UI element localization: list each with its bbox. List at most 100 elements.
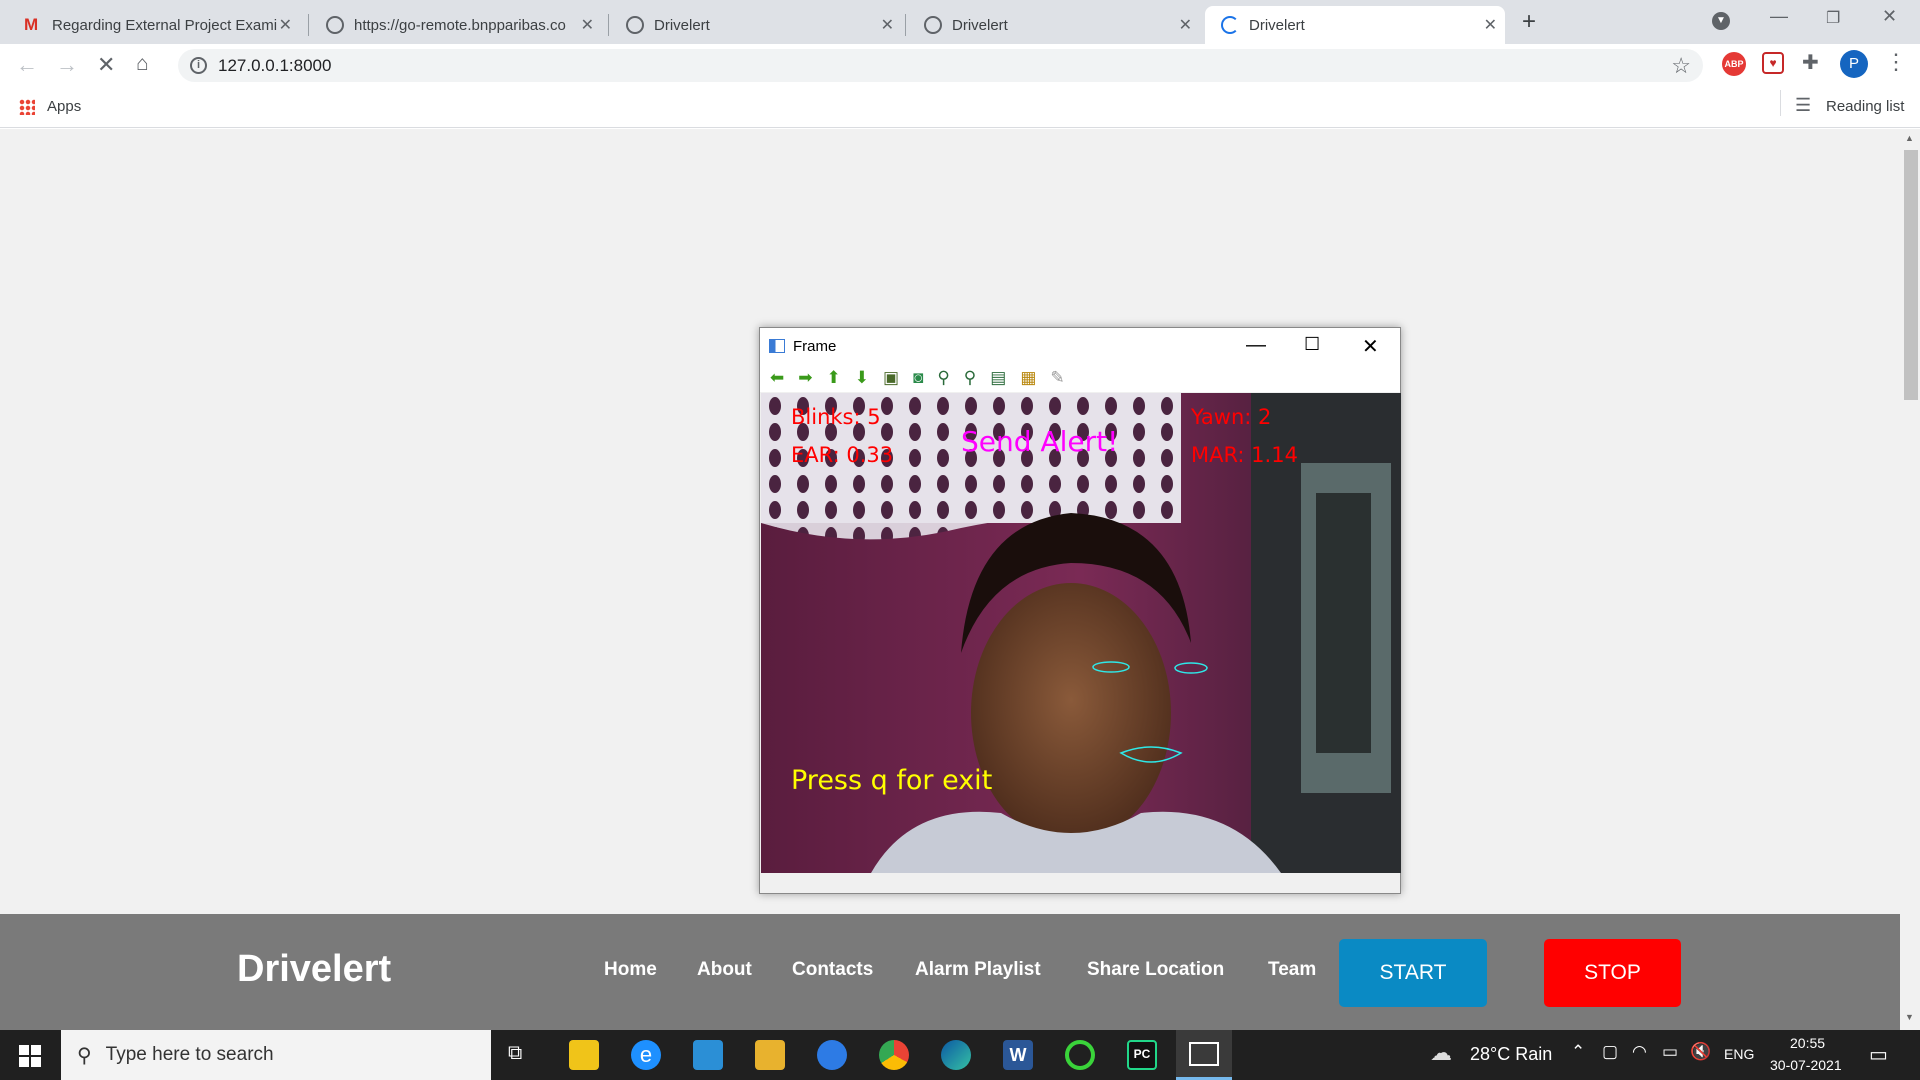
tab-search-icon[interactable]: ▼ [1712,12,1730,30]
zoom-out-icon[interactable]: ⚲ [964,368,976,388]
frame-toolbar: ⬅ ➡ ⬆ ⬇ ▣ ◙ ⚲ ⚲ ▤ ▦ ✎ [760,364,1400,392]
forward-icon[interactable]: → [56,52,78,78]
scroll-down-icon[interactable]: ▼ [1905,1012,1914,1022]
taskbar-search[interactable]: ⚲ Type here to search [61,1030,491,1080]
internet-explorer-icon[interactable]: e [631,1040,661,1070]
close-tab-icon[interactable]: ✕ [581,15,594,35]
browser-chrome: M Regarding External Project Exami ✕ htt… [0,0,1920,130]
chevron-up-icon[interactable]: ⌃ [1571,1042,1585,1062]
gmail-icon: M [24,15,39,34]
pycharm-icon[interactable]: PC [1127,1040,1157,1070]
file-explorer-icon[interactable] [755,1040,785,1070]
nav-contacts[interactable]: Contacts [792,959,873,981]
start-button[interactable]: START [1339,939,1487,1007]
notifications-icon[interactable]: ▭ [1869,1042,1888,1067]
active-app-highlight[interactable] [1176,1030,1232,1080]
brand-logo[interactable]: Drivelert [237,948,391,991]
nav-alarm-playlist[interactable]: Alarm Playlist [915,959,1041,981]
properties-icon[interactable]: ✎ [1050,368,1064,388]
edge-icon[interactable] [941,1040,971,1070]
tab-title: Drivelert [952,16,1008,34]
address-bar[interactable]: i 127.0.0.1:8000 ☆ [178,49,1703,82]
tab-drivelert-1[interactable]: Drivelert ✕ [610,6,902,44]
url-text[interactable]: 127.0.0.1:8000 [218,56,331,76]
browser-toolbar: ← → ✕ ⌂ i 127.0.0.1:8000 ☆ ABP ♥ ✚ P ⋮ [0,44,1920,86]
new-tab-icon[interactable]: + [1522,8,1536,36]
minimize-icon[interactable]: — [1770,6,1788,27]
close-tab-icon[interactable]: ✕ [279,15,292,35]
pan-right-icon[interactable]: ➡ [798,368,812,388]
image-icon[interactable]: ▣ [883,368,899,388]
save-icon[interactable]: ▤ [990,368,1006,388]
close-tab-icon[interactable]: ✕ [1179,15,1192,35]
pan-left-icon[interactable]: ⬅ [770,368,784,388]
search-icon: ⚲ [77,1044,92,1067]
tab-drivelert-2[interactable]: Drivelert ✕ [908,6,1200,44]
maximize-icon[interactable]: ☐ [1304,334,1320,355]
word-icon[interactable]: W [1003,1040,1033,1070]
weather-icon[interactable]: ☁ [1430,1040,1452,1066]
close-tab-icon[interactable]: ✕ [1484,15,1497,35]
restore-icon[interactable]: ❐ [1826,8,1840,28]
weather-text[interactable]: 28°C Rain [1470,1044,1552,1065]
chrome-icon[interactable] [879,1040,909,1070]
tab-divider [308,14,309,36]
pocket-icon[interactable]: ♥ [1762,52,1784,74]
alert-text: Send Alert! [961,425,1119,458]
exit-hint: Press q for exit [791,765,993,796]
adblock-icon[interactable]: ABP [1722,52,1746,76]
clock-time[interactable]: 20:55 [1790,1035,1825,1051]
apps-grid-icon[interactable] [19,99,35,115]
wifi-icon[interactable]: ◠ [1632,1042,1647,1062]
scrollbar-thumb[interactable] [1904,150,1918,400]
tab-drivelert-active[interactable]: Drivelert ✕ [1205,6,1505,44]
close-icon[interactable]: ✕ [1362,334,1379,359]
menu-kebab-icon[interactable]: ⋮ [1885,49,1907,75]
store-icon[interactable] [569,1040,599,1070]
reading-list-icon[interactable]: ☰ [1795,95,1811,116]
home-icon[interactable]: ⌂ [136,52,149,76]
pan-down-icon[interactable]: ⬇ [855,368,869,388]
app-icon[interactable] [817,1040,847,1070]
site-info-icon[interactable]: i [190,57,207,74]
frame-titlebar[interactable]: Frame — ☐ ✕ [760,328,1400,364]
close-tab-icon[interactable]: ✕ [881,15,894,35]
tab-gmail[interactable]: M Regarding External Project Exami ✕ [8,6,300,44]
pan-up-icon[interactable]: ⬆ [827,368,841,388]
copy-icon[interactable]: ▦ [1020,368,1036,388]
battery-icon[interactable]: ▭ [1662,1042,1678,1062]
tab-divider [608,14,609,36]
green-circle-icon[interactable] [1065,1040,1095,1070]
volume-muted-icon[interactable]: 🔇 [1690,1042,1711,1062]
zoom-fit-icon[interactable]: ◙ [913,368,923,388]
clock-date[interactable]: 30-07-2021 [1770,1057,1842,1073]
globe-icon [924,16,942,34]
frame-window[interactable]: Frame — ☐ ✕ ⬅ ➡ ⬆ ⬇ ▣ ◙ ⚲ ⚲ ▤ ▦ ✎ Blinks… [759,327,1401,894]
windows-start-icon[interactable] [19,1045,41,1067]
tab-bnpparibas[interactable]: https://go-remote.bnpparibas.co ✕ [310,6,602,44]
stop-button[interactable]: STOP [1544,939,1681,1007]
globe-icon [326,16,344,34]
task-view-icon[interactable]: ⧉ [508,1042,522,1065]
nav-home[interactable]: Home [604,959,657,981]
nav-share-location[interactable]: Share Location [1087,959,1224,981]
nav-team[interactable]: Team [1268,959,1316,981]
close-window-icon[interactable]: ✕ [1882,6,1897,27]
language-indicator[interactable]: ENG [1724,1046,1754,1062]
nav-about[interactable]: About [697,959,752,981]
reading-list-button[interactable]: Reading list [1826,98,1904,115]
apps-bookmark[interactable]: Apps [47,98,81,115]
zoom-in-icon[interactable]: ⚲ [937,368,949,388]
back-icon[interactable]: ← [16,52,38,78]
bookmark-star-icon[interactable]: ☆ [1671,53,1691,79]
profile-avatar[interactable]: P [1840,50,1868,78]
camera-frame: Blinks: 5 EAR: 0.33 Send Alert! Yawn: 2 … [761,393,1401,873]
extensions-icon[interactable]: ✚ [1802,50,1819,75]
stop-loading-icon[interactable]: ✕ [97,52,115,78]
blinks-counter: Blinks: 5 [791,405,881,429]
tab-title: https://go-remote.bnpparibas.co [354,16,566,34]
scroll-up-icon[interactable]: ▲ [1905,133,1914,143]
minimize-icon[interactable]: — [1246,334,1266,357]
meet-icon[interactable]: ▢ [1602,1042,1618,1062]
mail-icon[interactable] [693,1040,723,1070]
